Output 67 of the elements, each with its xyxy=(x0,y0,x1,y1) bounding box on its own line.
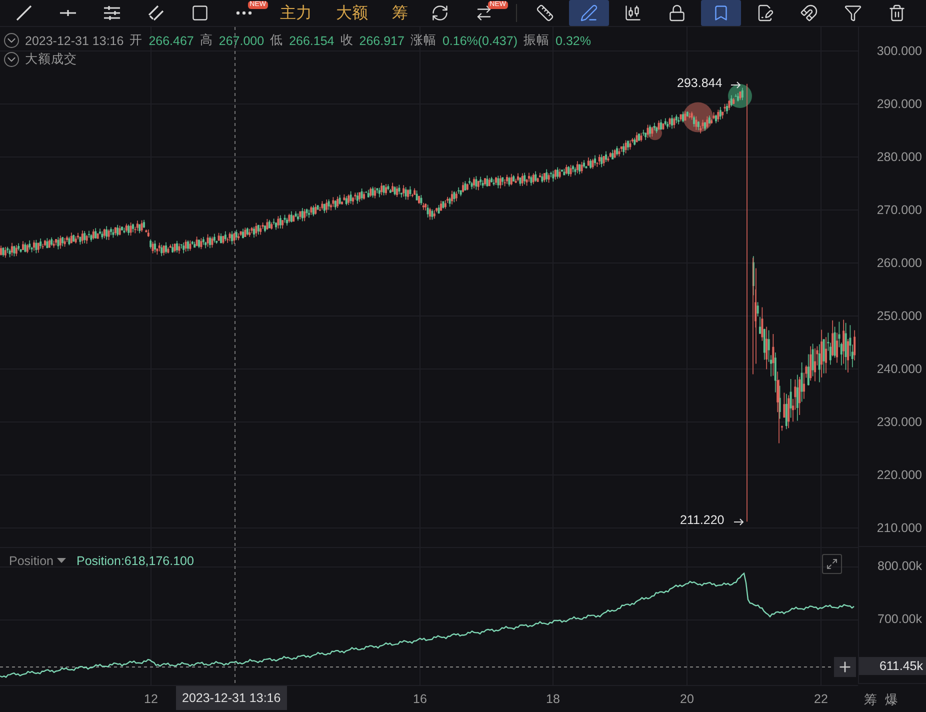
diagonal-line-icon xyxy=(15,4,33,22)
legend-label: 高 xyxy=(200,32,213,49)
maximize-button[interactable] xyxy=(822,554,842,574)
candlestick-icon xyxy=(624,4,642,22)
legend-value: 0.32% xyxy=(556,34,591,48)
collapse-icon[interactable] xyxy=(4,33,19,48)
trash-icon xyxy=(888,4,906,22)
refresh-icon xyxy=(431,4,449,22)
rectangle-icon xyxy=(191,4,209,22)
edit-note-icon xyxy=(756,4,774,22)
time-label: 12 xyxy=(144,692,158,706)
high-price-marker: 293.844 xyxy=(677,76,722,90)
legend-time: 2023-12-31 13:16 xyxy=(25,34,124,48)
arrow-icon xyxy=(730,80,742,90)
bookmark-icon xyxy=(712,4,730,22)
pen-icon xyxy=(580,4,598,22)
legend-label: 收 xyxy=(340,32,354,49)
magnet-icon xyxy=(800,4,818,22)
legend-value: 266.917 xyxy=(359,34,404,48)
legend-label: 低 xyxy=(270,32,284,49)
time-label: 16 xyxy=(413,692,427,706)
low-price-marker: 211.220 xyxy=(680,513,724,527)
time-label: 18 xyxy=(546,692,560,706)
position-label: 700.00k xyxy=(878,611,922,627)
price-label: 300.000 xyxy=(876,43,922,59)
indicator-toggle[interactable]: 大额 xyxy=(324,0,380,26)
legend-label: 开 xyxy=(130,32,143,49)
caret-icon xyxy=(57,558,66,564)
legend-value: 0.16%(0.437) xyxy=(442,34,518,48)
price-label: 210.000 xyxy=(876,520,922,536)
arrow-icon xyxy=(733,517,745,527)
indicator-dropdown[interactable]: Position xyxy=(9,554,66,568)
ruler-icon xyxy=(536,4,554,22)
current-value-tag: 611.45k xyxy=(859,657,926,675)
price-label: 290.000 xyxy=(876,96,922,112)
filter-icon xyxy=(844,4,862,22)
price-label: 260.000 xyxy=(876,255,922,271)
legend-label: 涨幅 xyxy=(410,32,436,49)
time-label: 22 xyxy=(814,692,828,706)
price-label: 270.000 xyxy=(876,202,922,218)
parallel-channel-icon xyxy=(147,4,165,22)
plus-icon xyxy=(837,659,853,675)
indicator-toggle[interactable]: 筹 xyxy=(380,0,420,26)
position-reading: Position:618,176.100 xyxy=(76,554,194,568)
price-label: 280.000 xyxy=(876,149,922,165)
indicator-name: 大额成交 xyxy=(25,51,77,68)
legend-label: 振幅 xyxy=(524,32,550,49)
indicator-toggle[interactable]: 主力 xyxy=(268,0,324,26)
position-label: 800.00k xyxy=(878,558,922,574)
price-label: 240.000 xyxy=(876,361,922,377)
price-label: 230.000 xyxy=(876,414,922,430)
time-label: 20 xyxy=(680,692,694,706)
crosshair-time-tag: 2023-12-31 13:16 xyxy=(176,686,287,710)
parallel-lines-icon xyxy=(103,4,121,22)
legend-value: 266.467 xyxy=(148,34,194,48)
price-label: 220.000 xyxy=(876,467,922,483)
legend-value: 267.000 xyxy=(218,34,264,48)
maximize-icon xyxy=(826,558,838,570)
more-icon xyxy=(236,11,252,15)
swap-arrows-icon xyxy=(475,4,493,22)
corner-button[interactable]: 爆 xyxy=(885,691,898,709)
price-label: 250.000 xyxy=(876,308,922,324)
collapse-icon[interactable] xyxy=(4,52,19,67)
lock-icon xyxy=(668,4,686,22)
add-button[interactable] xyxy=(834,657,856,677)
legend-value: 266.154 xyxy=(289,34,334,48)
corner-button[interactable]: 筹 xyxy=(864,691,877,709)
